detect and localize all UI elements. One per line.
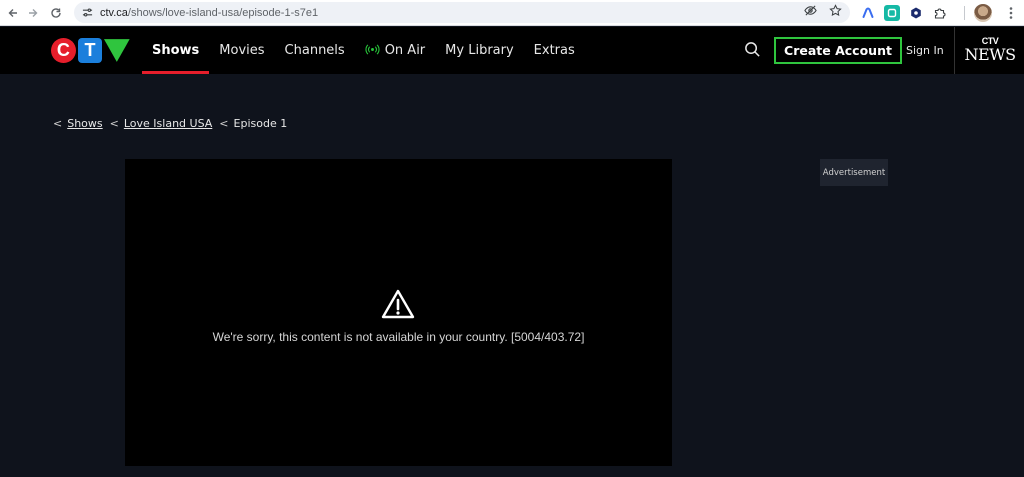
url-path: /shows/love-island-usa/episode-1-s7e1 xyxy=(127,6,319,19)
warning-icon xyxy=(381,289,415,319)
chevron-left-icon: < xyxy=(219,117,229,130)
ctv-news-logo[interactable]: CTV NEWS xyxy=(962,37,1018,65)
logo-v-icon xyxy=(104,39,130,62)
site-settings-icon[interactable] xyxy=(80,6,94,20)
nav-extras[interactable]: Extras xyxy=(524,27,585,74)
nav-movies-label: Movies xyxy=(219,43,265,58)
breadcrumb: < Shows < Love Island USA < Episode 1 xyxy=(53,117,287,130)
logo-c: C xyxy=(51,38,76,63)
extension-teal-icon[interactable] xyxy=(884,5,900,21)
advertisement-slot[interactable]: Advertisement xyxy=(820,159,888,186)
nav-on-air[interactable]: On Air xyxy=(355,27,435,74)
nav-shows[interactable]: Shows xyxy=(142,27,210,74)
bookmark-star-icon[interactable] xyxy=(829,3,842,22)
nav-extras-label: Extras xyxy=(533,43,575,58)
nav-shows-label: Shows xyxy=(152,43,200,58)
video-player[interactable]: We're sorry, this content is not availab… xyxy=(125,159,672,466)
toolbar-divider xyxy=(964,6,965,20)
eye-off-icon[interactable] xyxy=(804,4,817,22)
advertisement-label: Advertisement xyxy=(822,167,886,178)
ctv-logo[interactable]: C T xyxy=(51,38,131,63)
url-host: ctv.ca xyxy=(100,6,128,19)
profile-avatar[interactable] xyxy=(974,4,992,22)
chevron-left-icon: < xyxy=(53,117,63,130)
nav-movies[interactable]: Movies xyxy=(209,27,274,74)
more-menu-icon[interactable] xyxy=(1003,5,1019,21)
search-icon[interactable] xyxy=(744,41,762,59)
nav-my-library[interactable]: My Library xyxy=(435,27,524,74)
url-text[interactable]: ctv.ca/shows/love-island-usa/episode-1-s… xyxy=(100,7,318,19)
chevron-left-icon: < xyxy=(109,117,119,130)
back-icon[interactable] xyxy=(2,2,24,24)
header-divider xyxy=(954,27,955,74)
sign-in-link[interactable]: Sign In xyxy=(906,44,944,57)
address-bar[interactable]: ctv.ca/shows/love-island-usa/episode-1-s… xyxy=(74,2,850,23)
breadcrumb-shows[interactable]: Shows xyxy=(67,117,102,130)
site-header: C T Shows Movies Channels On Air My Libr… xyxy=(0,27,1024,74)
breadcrumb-love-island-usa[interactable]: Love Island USA xyxy=(124,117,212,130)
create-account-button[interactable]: Create Account xyxy=(774,37,902,64)
nav-channels-label: Channels xyxy=(284,43,345,58)
geo-block-message: We're sorry, this content is not availab… xyxy=(212,330,585,344)
logo-t: T xyxy=(77,38,103,63)
main-nav: Shows Movies Channels On Air My Library … xyxy=(142,27,585,74)
extension-hex-icon[interactable] xyxy=(908,5,924,21)
extensions-puzzle-icon[interactable] xyxy=(932,5,948,21)
browser-toolbar: ctv.ca/shows/love-island-usa/episode-1-s… xyxy=(0,0,1024,26)
nav-on-air-label: On Air xyxy=(384,43,426,58)
broadcast-icon xyxy=(365,44,380,58)
nav-my-library-label: My Library xyxy=(445,43,514,58)
extension-arc-icon[interactable] xyxy=(860,5,876,21)
breadcrumb-current: Episode 1 xyxy=(233,117,288,130)
nav-channels[interactable]: Channels xyxy=(275,27,355,74)
forward-icon[interactable] xyxy=(22,2,44,24)
reload-icon[interactable] xyxy=(45,2,67,24)
news-logo-bottom: NEWS xyxy=(964,45,1016,64)
